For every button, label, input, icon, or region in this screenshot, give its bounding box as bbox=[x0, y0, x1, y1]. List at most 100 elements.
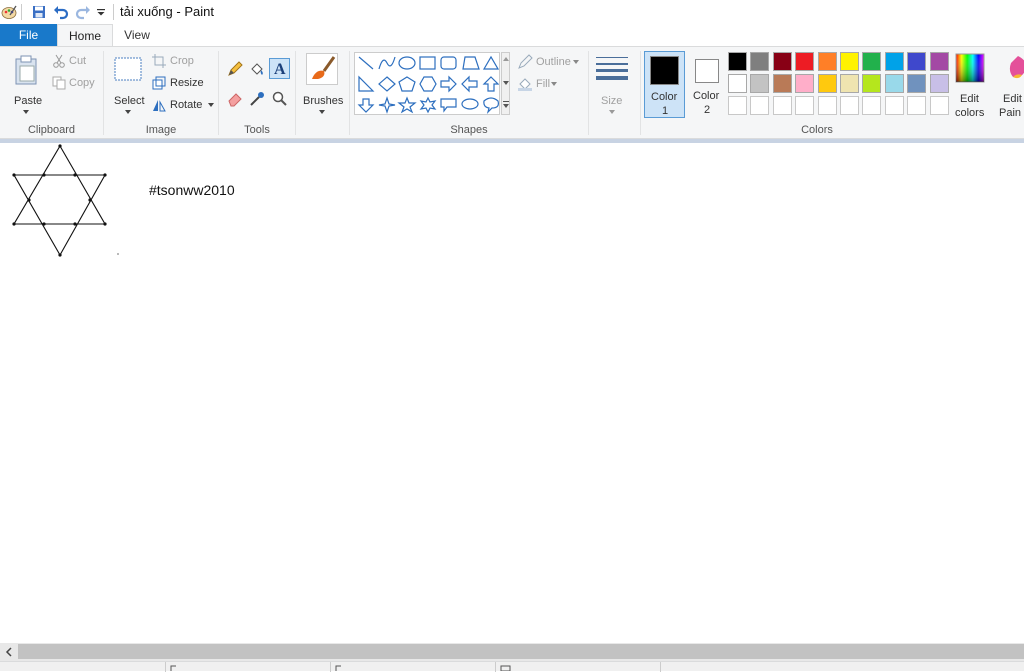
redo-icon[interactable] bbox=[74, 3, 92, 21]
clipboard-group-label: Clipboard bbox=[27, 124, 76, 136]
custom-color-slot[interactable] bbox=[750, 96, 770, 115]
chevron-down-icon bbox=[551, 82, 557, 86]
copy-label: Copy bbox=[69, 77, 95, 89]
color1-button[interactable]: Color 1 bbox=[644, 51, 685, 118]
shapes-gallery bbox=[354, 52, 500, 115]
color-palette bbox=[728, 52, 952, 118]
cut-button[interactable]: Cut bbox=[52, 54, 100, 70]
shapes-scroll-arrows-icon bbox=[503, 57, 509, 108]
outline-button[interactable]: Outline bbox=[517, 54, 585, 70]
undo-icon[interactable] bbox=[52, 3, 70, 21]
select-label: Select bbox=[114, 95, 145, 107]
chevron-down-icon bbox=[23, 110, 29, 114]
edit-colors-label-line1: Edit bbox=[960, 93, 979, 105]
clipboard-group: Paste Cut Copy Clipboard bbox=[0, 47, 103, 139]
copy-button[interactable]: Copy bbox=[52, 76, 100, 92]
tab-file[interactable]: File bbox=[0, 24, 57, 46]
size-button[interactable]: Size bbox=[590, 51, 634, 121]
paste-button[interactable]: Paste bbox=[6, 51, 46, 119]
palette-swatch[interactable] bbox=[907, 52, 927, 71]
scroll-left-icon[interactable] bbox=[5, 647, 13, 657]
fill-icon bbox=[518, 78, 532, 91]
color2-button[interactable]: Color 2 bbox=[687, 51, 727, 118]
color1-number: 1 bbox=[662, 105, 669, 117]
palette-swatch[interactable] bbox=[772, 52, 792, 71]
select-button[interactable]: Select bbox=[110, 51, 146, 119]
custom-color-slot[interactable] bbox=[884, 96, 904, 115]
brush-icon bbox=[312, 56, 336, 79]
rotate-button[interactable]: Rotate bbox=[152, 98, 214, 114]
tab-home[interactable]: Home bbox=[57, 24, 113, 46]
brushes-label: Brushes bbox=[303, 95, 344, 107]
palette-swatch[interactable] bbox=[929, 52, 949, 71]
horizontal-scrollbar[interactable] bbox=[0, 643, 1024, 661]
rotate-icon bbox=[153, 100, 166, 112]
chevron-down-icon bbox=[319, 110, 325, 114]
palette-swatch[interactable] bbox=[884, 74, 904, 93]
line-size-icon bbox=[596, 57, 628, 80]
drawing-canvas[interactable]: #tsonww2010 bbox=[3, 143, 1024, 643]
customize-dropdown-icon[interactable] bbox=[92, 3, 110, 21]
custom-color-slot[interactable] bbox=[840, 96, 859, 115]
cursor-position-icon bbox=[170, 665, 176, 671]
palette-swatch[interactable] bbox=[772, 74, 792, 93]
custom-color-slot[interactable] bbox=[929, 96, 949, 115]
title-bar: tải xuống - Paint bbox=[0, 0, 1024, 24]
group-separator bbox=[588, 51, 589, 135]
palette-swatch[interactable] bbox=[817, 74, 837, 93]
canvas-text: #tsonww2010 bbox=[149, 182, 235, 198]
copy-icon bbox=[52, 76, 66, 90]
scrollbar-thumb[interactable] bbox=[18, 644, 1024, 659]
tools-group-label: Tools bbox=[244, 124, 270, 136]
shapes-group: Outline Fill Shapes bbox=[350, 47, 588, 139]
palette-swatch[interactable] bbox=[862, 52, 882, 71]
color-picker-icon[interactable] bbox=[249, 91, 265, 107]
custom-color-slot[interactable] bbox=[795, 96, 815, 115]
palette-swatch[interactable] bbox=[840, 74, 859, 93]
edit-colors-button[interactable]: Edit colors bbox=[952, 51, 988, 121]
fill-button[interactable]: Fill bbox=[517, 76, 585, 92]
scissors-icon bbox=[53, 54, 65, 68]
palette-swatch[interactable] bbox=[795, 52, 815, 71]
palette-swatch[interactable] bbox=[929, 74, 949, 93]
shapes-gallery-icons[interactable] bbox=[355, 53, 499, 114]
palette-swatch[interactable] bbox=[817, 52, 837, 71]
eraser-icon[interactable] bbox=[227, 91, 243, 107]
size-label: Size bbox=[601, 95, 623, 107]
shapes-scrollbar[interactable] bbox=[501, 52, 510, 115]
edit-paint-label-line2: Pain bbox=[999, 107, 1022, 119]
save-icon[interactable] bbox=[30, 3, 48, 21]
custom-color-slot[interactable] bbox=[862, 96, 882, 115]
text-tool-button[interactable]: A bbox=[269, 58, 290, 79]
crop-icon bbox=[152, 54, 166, 68]
resize-button[interactable]: Resize bbox=[152, 76, 214, 92]
crop-button[interactable]: Crop bbox=[152, 54, 214, 70]
magnifier-icon[interactable] bbox=[272, 91, 288, 107]
palette-swatch[interactable] bbox=[728, 52, 747, 71]
palette-swatch[interactable] bbox=[907, 74, 927, 93]
svg-text:A: A bbox=[274, 61, 286, 77]
shapes-group-label: Shapes bbox=[450, 124, 488, 136]
custom-color-slot[interactable] bbox=[817, 96, 837, 115]
brushes-button[interactable]: Brushes bbox=[298, 51, 346, 121]
palette-swatch[interactable] bbox=[750, 74, 770, 93]
select-rectangle-icon bbox=[114, 57, 142, 81]
palette-swatch[interactable] bbox=[840, 52, 859, 71]
palette-swatch[interactable] bbox=[884, 52, 904, 71]
palette-swatch[interactable] bbox=[728, 74, 747, 93]
tab-view[interactable]: View bbox=[113, 24, 161, 46]
edit-with-paint3d-button[interactable]: Edit Pain bbox=[994, 51, 1024, 121]
status-bar bbox=[0, 661, 1024, 672]
fill-bucket-icon[interactable] bbox=[249, 61, 265, 77]
custom-color-slot[interactable] bbox=[728, 96, 747, 115]
palette-swatch[interactable] bbox=[862, 74, 882, 93]
outline-label: Outline bbox=[536, 56, 571, 68]
custom-color-slot[interactable] bbox=[907, 96, 927, 115]
chevron-down-icon bbox=[125, 110, 131, 114]
text-a-icon: A bbox=[274, 61, 286, 77]
custom-color-slot[interactable] bbox=[772, 96, 792, 115]
pencil-icon[interactable] bbox=[227, 61, 243, 77]
palette-swatch[interactable] bbox=[795, 74, 815, 93]
paint-app-icon[interactable] bbox=[0, 3, 18, 21]
palette-swatch[interactable] bbox=[750, 52, 770, 71]
